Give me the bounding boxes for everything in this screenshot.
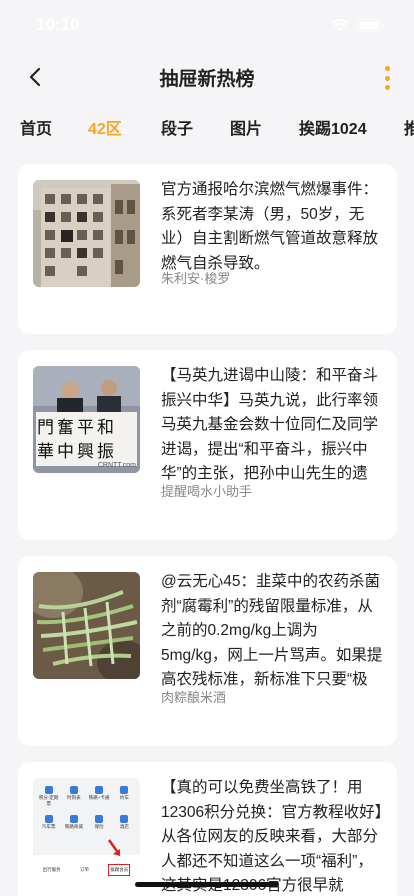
- tab-home[interactable]: 首页: [20, 115, 52, 139]
- more-dot-icon: [384, 75, 390, 81]
- news-card[interactable]: 官方通报哈尔滨燃气燃爆事件：系死者李某涛（男，50岁，无业）自主割断燃气管道故意…: [18, 164, 397, 334]
- app-tab: 出行服务: [42, 867, 61, 872]
- home-indicator[interactable]: [135, 882, 279, 887]
- nav-bar: 抽屉新热榜: [0, 52, 414, 102]
- app-item: 积分·定期票: [37, 786, 60, 807]
- banner-text: 門奮平和: [37, 418, 117, 438]
- post-text: 【马英九进谒中山陵：和平奋斗 振兴中华】马英九说，此行率领马英九基金会数十位同仁…: [161, 367, 379, 482]
- app-item: 时刻表: [62, 786, 85, 807]
- more-dot-icon: [384, 85, 390, 90]
- battery-icon: [357, 18, 384, 32]
- app-item: 酒店: [113, 815, 136, 830]
- post-text: @云无心45：韭菜中的农药杀菌剂“腐霉利”的残留限量标准，从之前的0.2mg/k…: [161, 573, 383, 688]
- tab-more[interactable]: 推: [404, 115, 414, 139]
- more-button[interactable]: [382, 66, 392, 90]
- tab-42[interactable]: 42区: [88, 115, 122, 139]
- app-item: 铁路+卡通: [88, 786, 111, 807]
- watermark-text: CRNTT.com: [97, 462, 136, 469]
- news-card[interactable]: 积分·定期票 时刻表 铁路+卡通 约车 汽车票 铁路商城 保险 酒店 出行服务 …: [18, 762, 397, 896]
- status-bar: 10:10: [0, 0, 414, 50]
- post-author[interactable]: 朱利安·梭罗: [161, 268, 230, 287]
- page-title: 抽屉新热榜: [159, 68, 255, 90]
- app-item: 汽车票: [37, 815, 60, 830]
- app-tab: 订单: [79, 867, 89, 872]
- back-button[interactable]: [22, 64, 48, 90]
- app-tab-highlight: 挨踢会员: [108, 864, 131, 876]
- category-tabs: 首页 42区 段子 图片 挨踢1024 推: [0, 104, 414, 150]
- app-screenshot: 积分·定期票 时刻表 铁路+卡通 约车 汽车票 铁路商城 保险 酒店 出行服务 …: [33, 778, 140, 885]
- post-text: 【真的可以免费坐高铁了！用12306积分兑换：官方教程收好】从各位网友的反映来看…: [161, 779, 383, 894]
- chive-photo: [33, 572, 140, 679]
- more-dot-icon: [384, 66, 390, 71]
- chevron-left-icon: [29, 67, 41, 87]
- app-item: 约车: [113, 786, 136, 807]
- post-author[interactable]: 提醒喝水小助手: [161, 481, 252, 500]
- wifi-icon: [331, 18, 349, 31]
- news-card[interactable]: 門奮平和 華中興振 CRNTT.com 【马英九进谒中山陵：和平奋斗 振兴中华】…: [18, 350, 397, 540]
- post-author[interactable]: 肉粽酿米酒: [161, 687, 226, 706]
- post-text: 官方通报哈尔滨燃气燃爆事件：系死者李某涛（男，50岁，无业）自主割断燃气管道故意…: [161, 181, 379, 272]
- tab-it1024[interactable]: 挨踢1024: [299, 115, 367, 139]
- building-photo: [33, 180, 140, 287]
- app-item: 铁路商城: [62, 815, 85, 830]
- banner-text: 華中興振: [37, 442, 117, 462]
- status-time: 10:10: [36, 15, 80, 34]
- app-item: 保险: [88, 815, 111, 830]
- arrow-icon: [107, 839, 121, 856]
- news-card[interactable]: @云无心45：韭菜中的农药杀菌剂“腐霉利”的残留限量标准，从之前的0.2mg/k…: [18, 556, 397, 746]
- tab-pictures[interactable]: 图片: [230, 115, 262, 139]
- status-icons: [331, 18, 384, 32]
- banner-photo: 門奮平和 華中興振 CRNTT.com: [33, 366, 140, 473]
- tab-jokes[interactable]: 段子: [161, 115, 193, 139]
